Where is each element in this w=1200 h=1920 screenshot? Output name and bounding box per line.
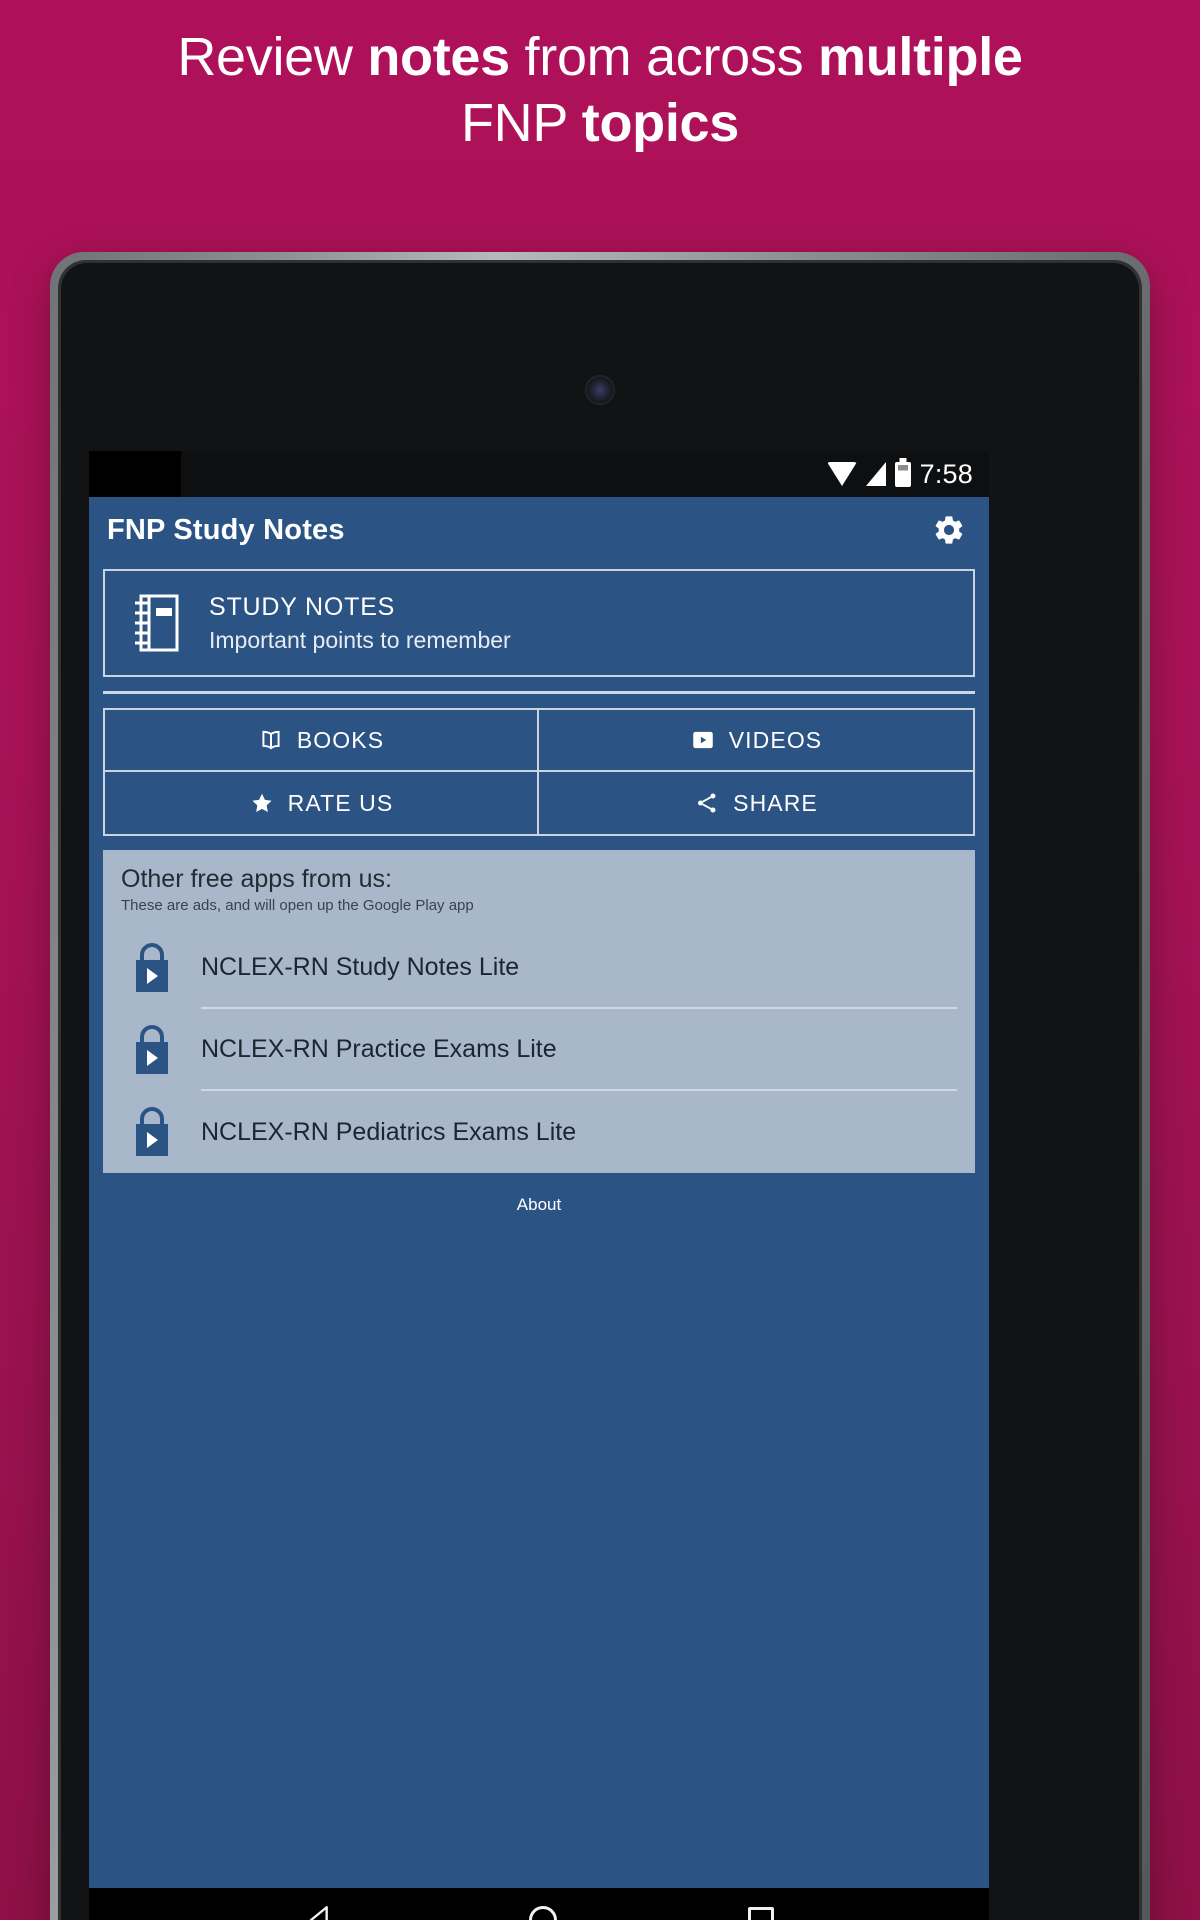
settings-button[interactable] <box>929 510 969 550</box>
list-item[interactable]: NCLEX-RN Study Notes Lite <box>121 927 957 1009</box>
star-icon <box>252 793 272 812</box>
notebook-icon <box>135 594 179 652</box>
ad-item-label: NCLEX-RN Practice Exams Lite <box>201 1009 957 1091</box>
android-nav-bar <box>89 1888 989 1920</box>
headline-bold-3: topics <box>581 93 740 153</box>
front-camera-icon <box>585 375 615 405</box>
play-box-icon <box>692 731 713 749</box>
status-bar-left-block <box>89 451 181 497</box>
google-play-bag-icon <box>136 943 168 992</box>
wifi-icon <box>826 462 857 486</box>
study-notes-text: STUDY NOTES Important points to remember <box>209 592 511 655</box>
device-screen: 7:58 FNP Study Notes STUDY NOTES Importa… <box>61 263 1139 1920</box>
device-inner-bezel: 7:58 FNP Study Notes STUDY NOTES Importa… <box>58 260 1142 1920</box>
app-bar: FNP Study Notes <box>89 497 989 563</box>
status-bar-indicators: 7:58 <box>826 458 989 490</box>
back-triangle-icon[interactable] <box>304 1903 338 1920</box>
videos-label: VIDEOS <box>728 726 823 753</box>
headline-text-2: from across <box>509 27 819 87</box>
gear-icon <box>935 516 963 544</box>
book-icon <box>262 730 280 750</box>
videos-button[interactable]: VIDEOS <box>539 710 973 772</box>
list-item[interactable]: NCLEX-RN Practice Exams Lite <box>121 1009 957 1091</box>
rate-us-button[interactable]: RATE US <box>105 772 539 834</box>
app-title: FNP Study Notes <box>107 513 345 546</box>
ad-item-label: NCLEX-RN Pediatrics Exams Lite <box>201 1117 577 1146</box>
action-grid: BOOKS VIDEOS RATE US SHARE <box>103 708 975 836</box>
share-label: SHARE <box>733 789 818 816</box>
study-notes-title: STUDY NOTES <box>209 592 396 621</box>
rate-us-label: RATE US <box>287 789 394 816</box>
study-notes-card[interactable]: STUDY NOTES Important points to remember <box>103 569 975 677</box>
app-viewport: 7:58 FNP Study Notes STUDY NOTES Importa… <box>89 451 989 1920</box>
headline-text-3: FNP <box>460 93 582 153</box>
section-divider <box>103 691 975 694</box>
headline-bold-2: multiple <box>818 27 1023 87</box>
google-play-bag-icon <box>136 1107 168 1156</box>
ads-panel: Other free apps from us: These are ads, … <box>103 850 975 1173</box>
signal-icon <box>865 462 886 486</box>
about-link[interactable]: About <box>103 1173 975 1215</box>
books-label: BOOKS <box>296 726 385 753</box>
share-button[interactable]: SHARE <box>539 772 973 834</box>
headline-bold-1: notes <box>367 27 510 87</box>
google-play-bag-icon <box>136 1025 168 1074</box>
promo-headline: Review notes from across multiple FNP to… <box>0 24 1200 156</box>
ads-subtitle: These are ads, and will open up the Goog… <box>121 897 474 914</box>
device-frame: 7:58 FNP Study Notes STUDY NOTES Importa… <box>50 252 1150 1920</box>
home-circle-icon[interactable] <box>528 1906 557 1920</box>
ad-item-label: NCLEX-RN Study Notes Lite <box>201 927 957 1009</box>
app-content: STUDY NOTES Important points to remember <box>89 569 989 1215</box>
ads-title: Other free apps from us: <box>121 865 392 893</box>
status-bar-time: 7:58 <box>919 458 973 489</box>
recents-square-icon[interactable] <box>747 1907 774 1920</box>
share-icon <box>698 793 716 813</box>
list-item[interactable]: NCLEX-RN Pediatrics Exams Lite <box>121 1091 957 1173</box>
android-status-bar: 7:58 <box>89 451 989 497</box>
study-notes-subtitle: Important points to remember <box>209 626 511 653</box>
promo-stage: Review notes from across multiple FNP to… <box>0 0 1200 1920</box>
books-button[interactable]: BOOKS <box>105 710 539 772</box>
headline-text-1: Review <box>177 27 368 87</box>
battery-icon <box>894 461 911 487</box>
